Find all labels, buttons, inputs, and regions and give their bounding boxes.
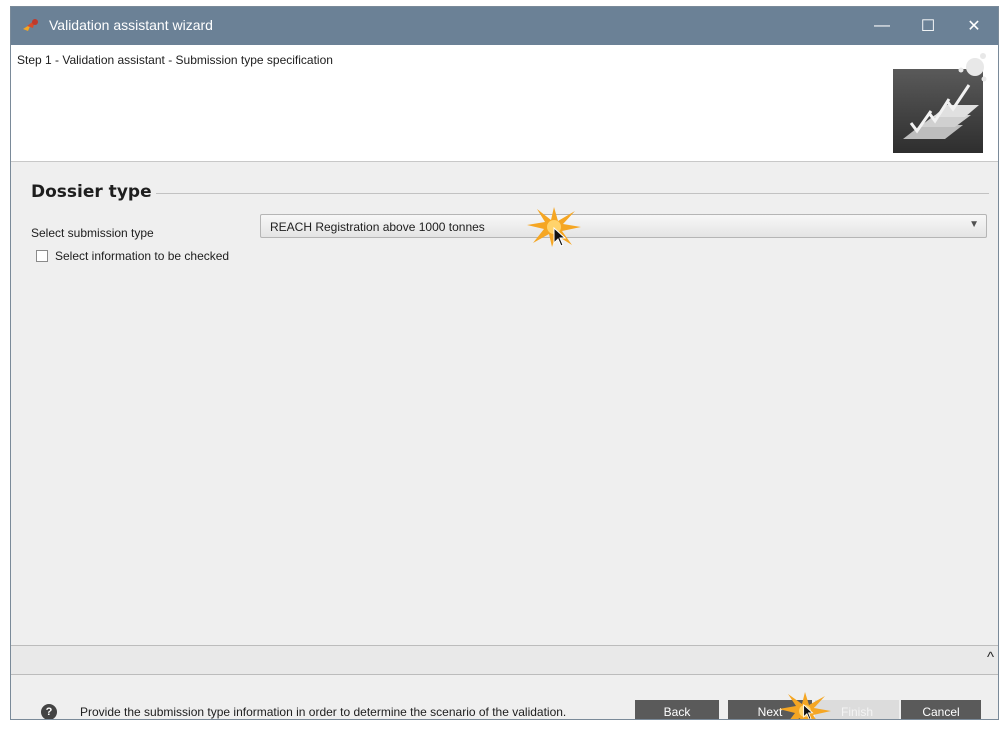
checkbox-icon[interactable]: [36, 250, 48, 262]
app-icon: [23, 19, 38, 31]
minimize-button[interactable]: —: [859, 7, 905, 45]
close-button[interactable]: ✕: [951, 7, 997, 45]
collapse-panel-bar[interactable]: ^: [11, 645, 998, 675]
help-icon: ?: [41, 704, 57, 719]
section-title: Dossier type: [31, 182, 152, 202]
next-cursor-icon: [803, 704, 814, 719]
help-text: Provide the submission type information …: [80, 705, 567, 719]
cursor-icon: [553, 227, 567, 247]
title-bar: Validation assistant wizard — ☐ ✕: [11, 7, 998, 45]
caret-up-icon[interactable]: ^: [987, 649, 994, 666]
maximize-button[interactable]: ☐: [905, 7, 951, 45]
wizard-footer: ? Provide the submission type informatio…: [11, 675, 998, 719]
window-title: Validation assistant wizard: [49, 17, 213, 33]
checkbox-label: Select information to be checked: [55, 249, 230, 263]
section-divider: [156, 193, 989, 194]
back-button[interactable]: Back: [635, 700, 719, 719]
validation-logo-icon: [893, 53, 987, 153]
dropdown-arrow-icon: ▼: [969, 219, 979, 230]
step-title: Step 1 - Validation assistant - Submissi…: [17, 53, 333, 67]
cancel-button[interactable]: Cancel: [901, 700, 981, 719]
wizard-window: Validation assistant wizard — ☐ ✕ Step 1…: [10, 6, 999, 720]
submission-type-label: Select submission type: [31, 226, 154, 240]
submission-type-dropdown[interactable]: REACH Registration above 1000 tonnes ▼: [260, 214, 987, 238]
wizard-header: Step 1 - Validation assistant - Submissi…: [11, 45, 998, 162]
submission-type-value: REACH Registration above 1000 tonnes: [270, 220, 485, 234]
